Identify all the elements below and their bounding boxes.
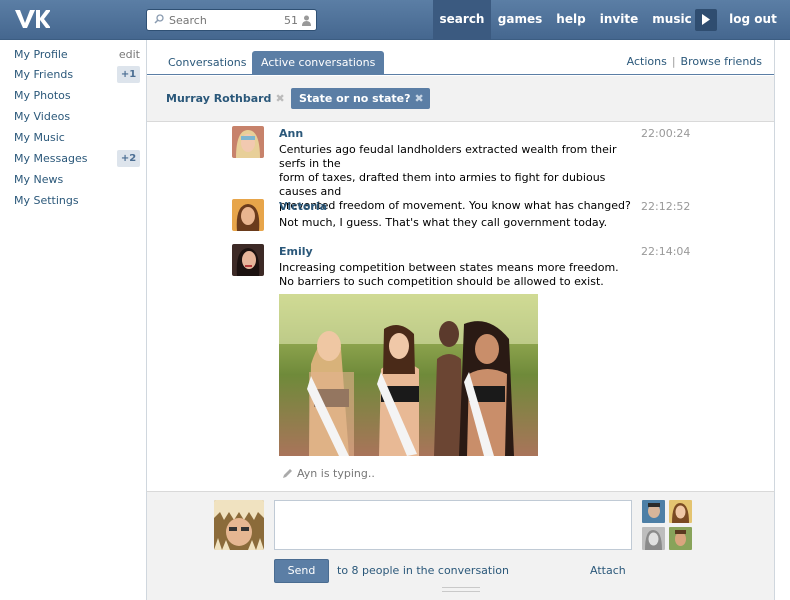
- tab-active-conversations[interactable]: Active conversations: [252, 51, 385, 75]
- sidebar-item-messages[interactable]: My Messages +2: [14, 150, 140, 168]
- chip-murray-rothbard[interactable]: Murray Rothbard ✖: [158, 88, 285, 109]
- attach-link[interactable]: Attach: [590, 564, 626, 577]
- avatar-ann[interactable]: [232, 126, 264, 158]
- message-input[interactable]: [274, 500, 632, 550]
- message-time: 22:00:24: [641, 127, 691, 140]
- top-bar: 51 search games help invite music log ou…: [0, 0, 790, 40]
- sidebar-item-photos[interactable]: My Photos: [14, 87, 140, 105]
- search-box[interactable]: 51: [146, 9, 317, 31]
- chip-label[interactable]: Murray Rothbard: [166, 92, 271, 105]
- avatar-emily[interactable]: [232, 244, 264, 276]
- sidebar-item-label[interactable]: My Friends: [14, 68, 73, 81]
- conversation-chips: Murray Rothbard ✖ State or no state? ✖: [147, 76, 774, 122]
- logout-link[interactable]: log out: [727, 0, 779, 40]
- tab-links: Actions | Browse friends: [626, 55, 762, 68]
- message-photo[interactable]: [279, 294, 538, 456]
- message-time: 22:12:52: [641, 200, 691, 213]
- close-icon[interactable]: ✖: [415, 88, 424, 109]
- tab-conversations[interactable]: Conversations: [159, 51, 255, 75]
- participant-avatar[interactable]: [642, 527, 665, 550]
- message-text: Increasing competition between states me…: [279, 261, 619, 288]
- close-icon[interactable]: ✖: [275, 88, 284, 109]
- participant-avatar[interactable]: [642, 500, 665, 523]
- search-input[interactable]: [169, 12, 279, 28]
- message-author[interactable]: Ann: [279, 127, 303, 140]
- chip-state-or-no-state[interactable]: State or no state? ✖: [291, 88, 430, 109]
- message-author[interactable]: Victoria: [279, 200, 327, 213]
- music-play-button[interactable]: [695, 9, 717, 31]
- avatar-victoria[interactable]: [232, 199, 264, 231]
- sidebar-item-label[interactable]: My Videos: [14, 110, 70, 123]
- person-icon: [302, 15, 311, 26]
- sidebar-item-friends[interactable]: My Friends +1: [14, 66, 140, 84]
- sidebar-item-label[interactable]: My News: [14, 173, 63, 186]
- sidebar-item-label[interactable]: My Messages: [14, 152, 87, 165]
- nav-music[interactable]: music: [650, 0, 694, 40]
- search-icon: [154, 14, 164, 24]
- participant-avatar[interactable]: [669, 527, 692, 550]
- sidebar-item-label[interactable]: My Music: [14, 131, 65, 144]
- chip-label[interactable]: State or no state?: [299, 92, 411, 105]
- tab-bar: Conversations Active conversations Actio…: [147, 40, 774, 75]
- sidebar-item-profile[interactable]: My Profile edit: [14, 46, 140, 64]
- vk-logo[interactable]: [14, 8, 51, 32]
- typing-indicator: Ayn is typing..: [282, 467, 375, 480]
- message-author[interactable]: Emily: [279, 245, 313, 258]
- pencil-icon: [283, 469, 292, 478]
- actions-link[interactable]: Actions: [627, 55, 667, 68]
- search-count: 51: [284, 14, 298, 27]
- participant-avatar[interactable]: [669, 500, 692, 523]
- edit-profile-link[interactable]: edit: [119, 46, 140, 64]
- message-time: 22:14:04: [641, 245, 691, 258]
- send-button[interactable]: Send: [274, 559, 329, 583]
- nav-invite[interactable]: invite: [598, 0, 640, 40]
- sidebar-item-label[interactable]: My Photos: [14, 89, 71, 102]
- sidebar-item-label[interactable]: My Settings: [14, 194, 79, 207]
- recipients-link[interactable]: to 8 people in the conversation: [337, 564, 509, 577]
- message-text: Centuries ago feudal landholders extract…: [279, 143, 631, 212]
- sidebar-item-settings[interactable]: My Settings: [14, 192, 140, 210]
- sidebar-item-videos[interactable]: My Videos: [14, 108, 140, 126]
- message-text: Not much, I guess. That's what they call…: [279, 216, 608, 229]
- messages-badge[interactable]: +2: [117, 150, 140, 167]
- resize-handle[interactable]: [442, 587, 480, 592]
- friends-badge[interactable]: +1: [117, 66, 140, 83]
- sidebar-item-news[interactable]: My News: [14, 171, 140, 189]
- sidebar-item-music[interactable]: My Music: [14, 129, 140, 147]
- sidebar-item-label[interactable]: My Profile: [14, 48, 68, 61]
- nav-search[interactable]: search: [433, 0, 491, 40]
- browse-friends-link[interactable]: Browse friends: [681, 55, 762, 68]
- nav-games[interactable]: games: [493, 0, 547, 40]
- play-icon: [702, 14, 710, 25]
- nav-help[interactable]: help: [552, 0, 590, 40]
- my-avatar[interactable]: [214, 500, 264, 550]
